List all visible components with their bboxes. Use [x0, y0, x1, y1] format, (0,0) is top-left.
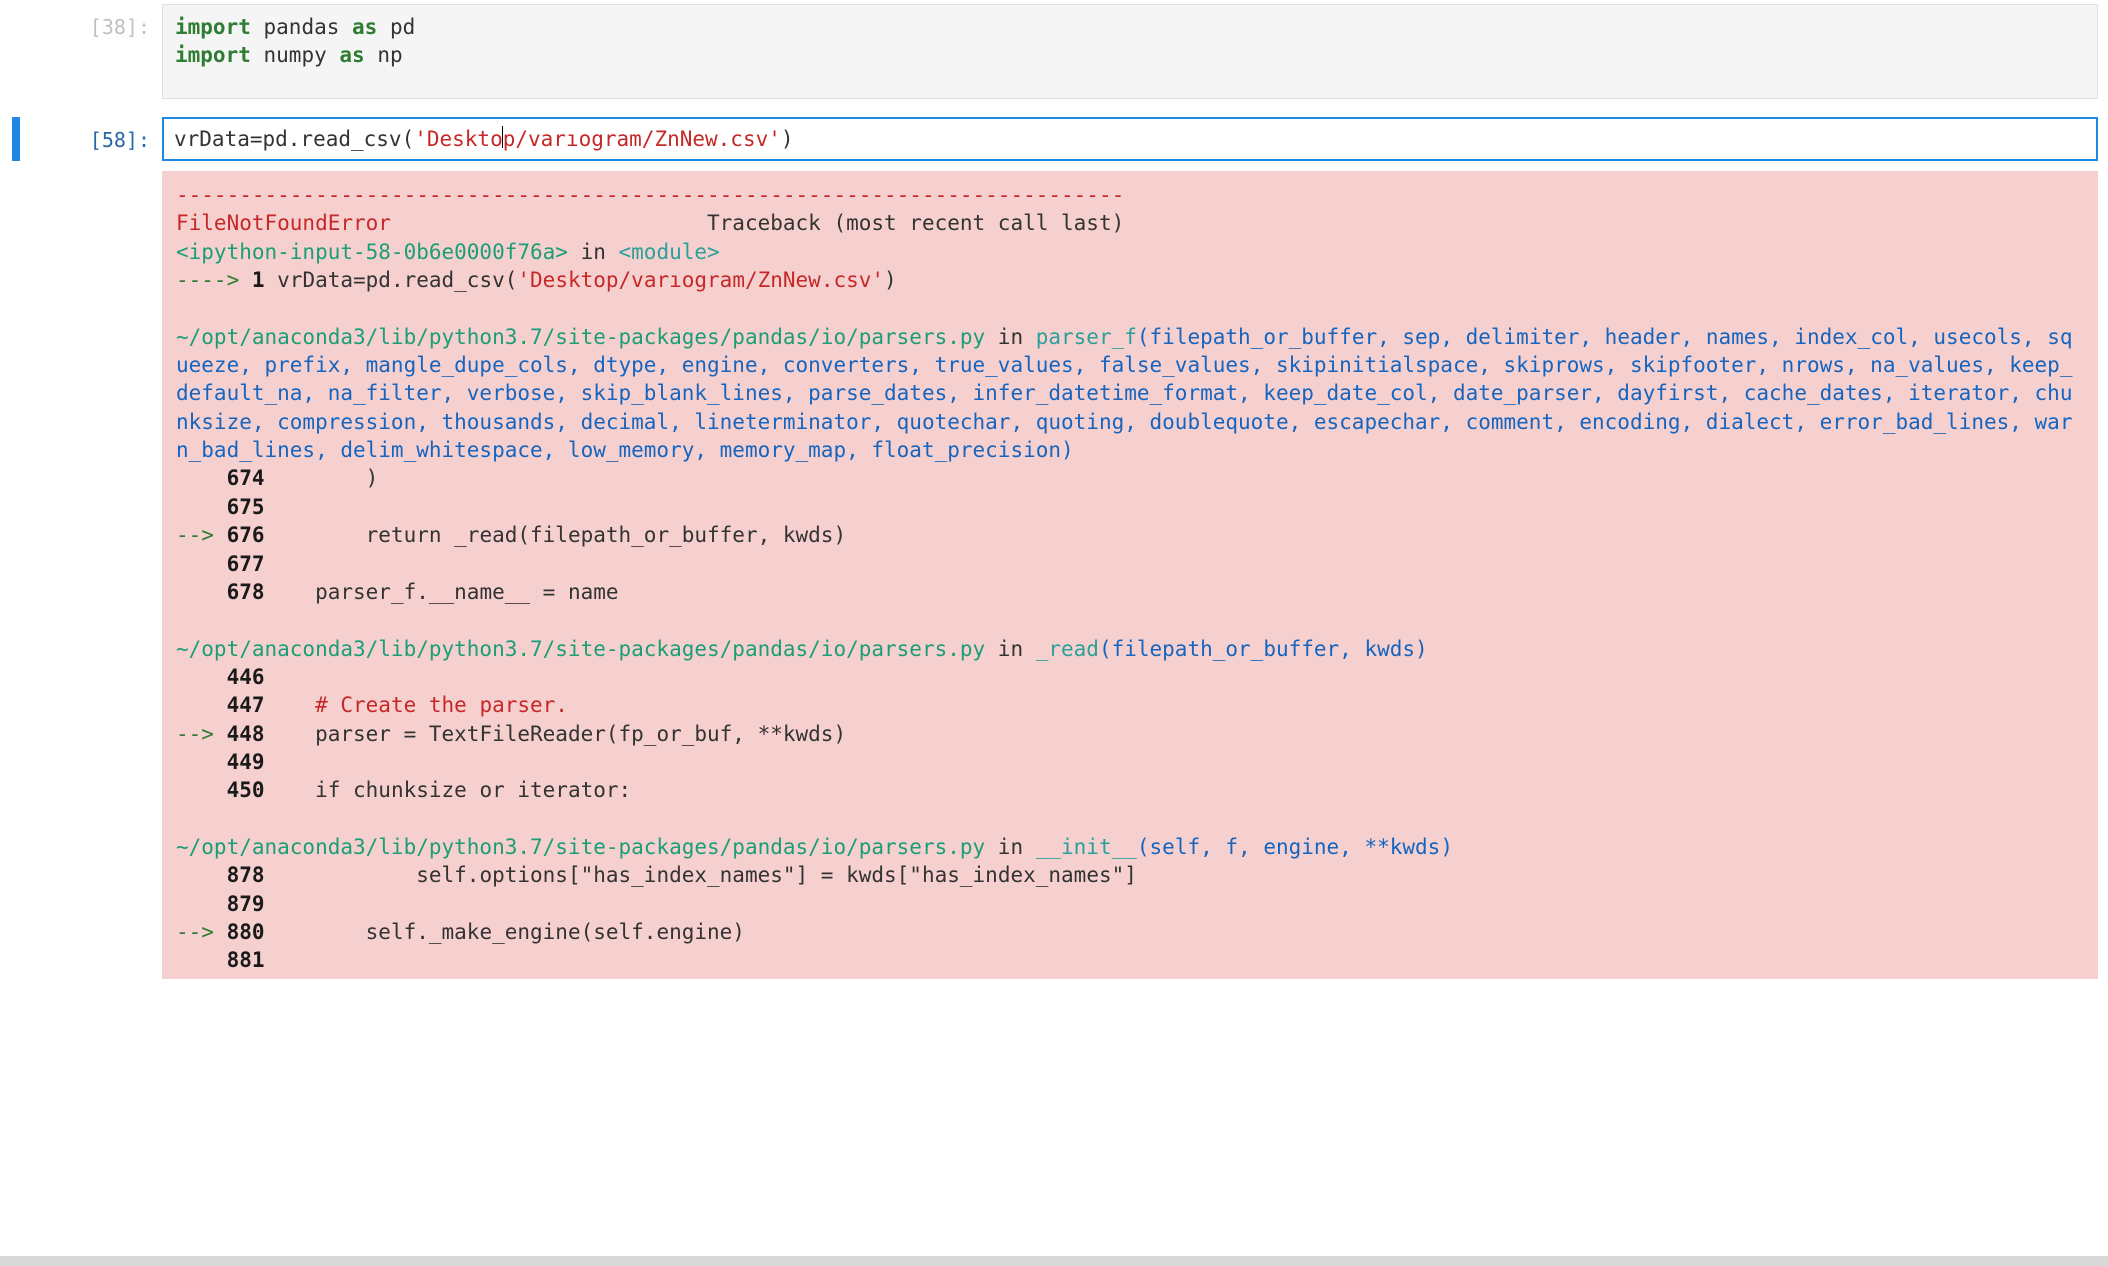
line-number: 678 — [227, 580, 265, 604]
line-number: 446 — [227, 665, 265, 689]
keyword-import: import — [175, 43, 251, 67]
frame-code: ) — [884, 268, 897, 292]
module-name: pandas — [264, 15, 340, 39]
traceback-header — [391, 211, 707, 235]
keyword-import: import — [175, 15, 251, 39]
code-cell-58[interactable]: [58]: vrData=pd.read_csv('Desktop/varıog… — [10, 117, 2098, 161]
code-editor[interactable]: vrData=pd.read_csv('Desktop/varıogram/Zn… — [162, 117, 2098, 161]
code-line: 878 self.options["has_index_names"] = kw… — [176, 863, 1137, 887]
code-cell-38[interactable]: [38]: import pandas as pd import numpy a… — [10, 4, 2098, 99]
code: self._make_engine(self.engine) — [265, 920, 745, 944]
output-gutter — [10, 171, 162, 979]
traceback-separator: ----------------------------------------… — [176, 183, 1124, 207]
code-line: 449 — [176, 750, 265, 774]
traceback-header-tail: Traceback (most recent call last) — [707, 211, 1124, 235]
string-literal: 'Deskto — [414, 127, 503, 151]
string-literal: 'Desktop/varıogram/ZnNew.csv' — [517, 268, 884, 292]
frame-code: vrData=pd.read_csv( — [265, 268, 518, 292]
line-number: 879 — [227, 892, 265, 916]
code-line: 674 ) — [176, 466, 378, 490]
frame-signature: (filepath_or_buffer, kwds) — [1099, 637, 1428, 661]
line-number: 447 — [227, 693, 265, 717]
code-line: 677 — [176, 552, 265, 576]
line-number: 674 — [227, 466, 265, 490]
horizontal-scrollbar[interactable] — [0, 1256, 2108, 1266]
code: parser_f.__name__ = name — [265, 580, 619, 604]
frame-fn: __init__ — [1036, 835, 1137, 859]
code: self.options["has_index_names"] = kwds["… — [265, 863, 1137, 887]
code-line: 879 — [176, 892, 265, 916]
line-number: 677 — [227, 552, 265, 576]
code-line: --> 880 self._make_engine(self.engine) — [176, 920, 745, 944]
frame-path: ~/opt/anaconda3/lib/python3.7/site-packa… — [176, 637, 985, 661]
line-number: 676 — [227, 523, 265, 547]
text-in: in — [985, 835, 1036, 859]
string-literal: p/varıogram/ZnNew.csv' — [503, 127, 781, 151]
module-name: numpy — [264, 43, 327, 67]
code: if chunksize or iterator: — [265, 778, 632, 802]
keyword-as: as — [339, 43, 364, 67]
code-line: --> 448 parser = TextFileReader(fp_or_bu… — [176, 722, 846, 746]
line-number: 449 — [227, 750, 265, 774]
frame-fn: _read — [1036, 637, 1099, 661]
line-number: 880 — [227, 920, 265, 944]
code-line: 678 parser_f.__name__ = name — [176, 580, 619, 604]
line-number: 675 — [227, 495, 265, 519]
code-line: 447 # Create the parser. — [176, 693, 568, 717]
line-number: 450 — [227, 778, 265, 802]
frame-location: <ipython-input-58-0b6e0000f76a> — [176, 240, 568, 264]
cell-prompt: [38]: — [10, 4, 162, 99]
arrow-icon: --> — [176, 523, 227, 547]
comment: # Create the parser. — [315, 693, 568, 717]
keyword-as: as — [352, 15, 377, 39]
frame-path: ~/opt/anaconda3/lib/python3.7/site-packa… — [176, 325, 985, 349]
line-number: 448 — [227, 722, 265, 746]
line-number: 878 — [227, 863, 265, 887]
alias-name: np — [377, 43, 402, 67]
text-in: in — [568, 240, 619, 264]
cell-output: ----------------------------------------… — [10, 171, 2098, 979]
code-line: 881 — [176, 948, 265, 972]
code: return _read(filepath_or_buffer, kwds) — [265, 523, 847, 547]
line-number: 1 — [252, 268, 265, 292]
line-number: 881 — [227, 948, 265, 972]
arrow-icon: --> — [176, 920, 227, 944]
frame-fn: parser_f — [1036, 325, 1137, 349]
code-line: 675 — [176, 495, 265, 519]
code-line: 450 if chunksize or iterator: — [176, 778, 631, 802]
code-editor[interactable]: import pandas as pd import numpy as np — [162, 4, 2098, 99]
code-line: 446 — [176, 665, 265, 689]
frame-module: <module> — [619, 240, 720, 264]
arrow-icon: ----> — [176, 268, 252, 292]
code: ) — [265, 466, 379, 490]
frame-signature: (self, f, engine, **kwds) — [1137, 835, 1453, 859]
code-text: vrData=pd.read_csv( — [174, 127, 414, 151]
text-in: in — [985, 325, 1036, 349]
text-in: in — [985, 637, 1036, 661]
notebook: [38]: import pandas as pd import numpy a… — [0, 0, 2108, 979]
error-traceback[interactable]: ----------------------------------------… — [162, 171, 2098, 979]
exception-name: FileNotFoundError — [176, 211, 391, 235]
alias-name: pd — [390, 15, 415, 39]
code: parser = TextFileReader(fp_or_buf, **kwd… — [265, 722, 847, 746]
frame-path: ~/opt/anaconda3/lib/python3.7/site-packa… — [176, 835, 985, 859]
code-text: ) — [781, 127, 794, 151]
cell-prompt: [58]: — [10, 117, 162, 161]
code — [265, 693, 316, 717]
arrow-icon: --> — [176, 722, 227, 746]
code-line: --> 676 return _read(filepath_or_buffer,… — [176, 523, 846, 547]
